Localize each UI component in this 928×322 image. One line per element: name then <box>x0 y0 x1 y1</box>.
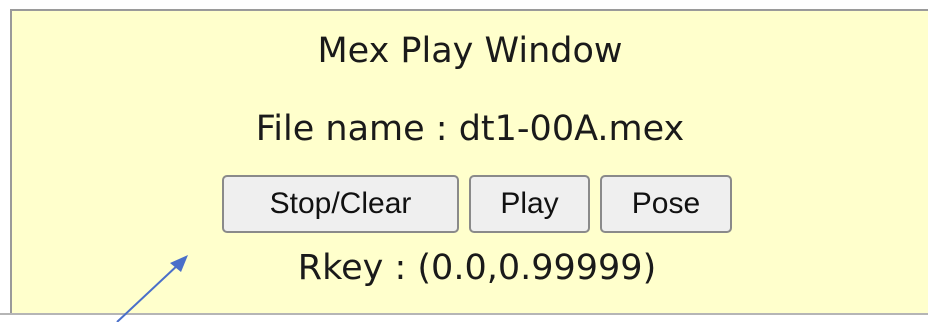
panel-bottom-border <box>0 313 928 315</box>
window-title: Mex Play Window <box>317 31 623 71</box>
panel-content: Mex Play Window File name : dt1-00A.mex … <box>12 11 928 315</box>
file-name-label: File name : dt1-00A.mex <box>255 109 685 149</box>
screenshot-stage: Mex Play Window File name : dt1-00A.mex … <box>0 0 928 322</box>
rkey-readout: Rkey : (0.0,0.99999) <box>297 248 657 288</box>
button-row: Stop/Clear Play Pose <box>12 174 928 234</box>
stop-clear-button[interactable]: Stop/Clear <box>222 175 459 233</box>
pose-button[interactable]: Pose <box>600 175 732 233</box>
play-button[interactable]: Play <box>469 175 590 233</box>
mex-play-window-panel: Mex Play Window File name : dt1-00A.mex … <box>10 9 928 315</box>
